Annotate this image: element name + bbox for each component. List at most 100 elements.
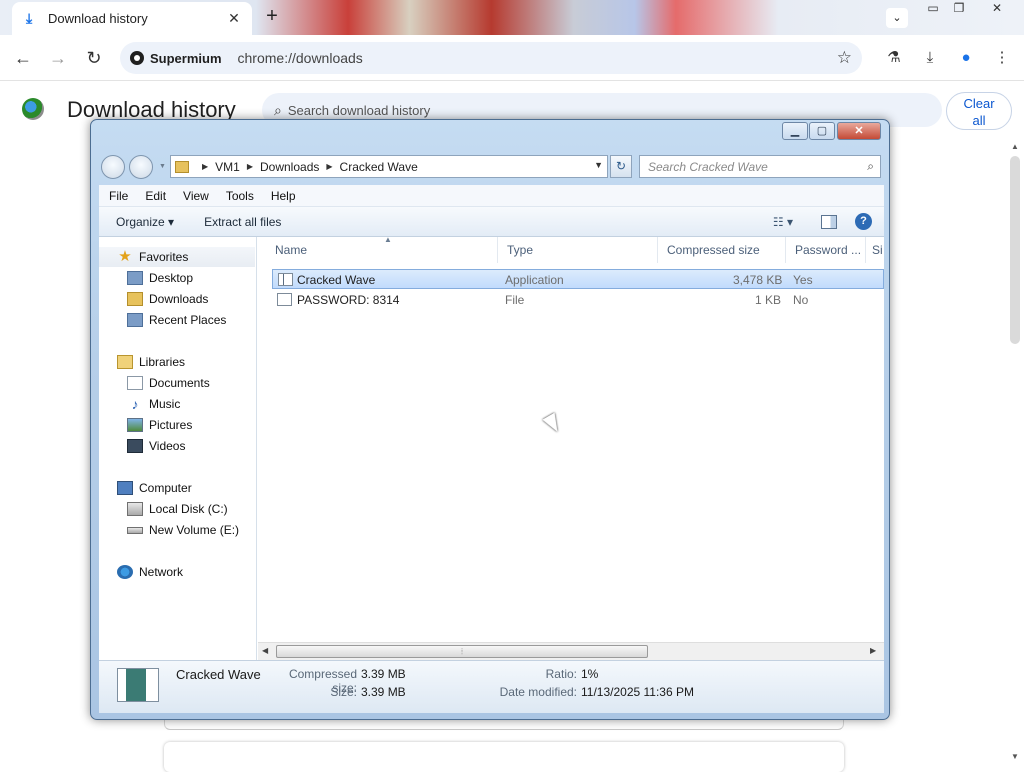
table-row[interactable]: PASSWORD: 8314 File 1 KB No — [272, 290, 884, 310]
nav-label: Favorites — [139, 250, 189, 264]
explorer-forward-icon[interactable] — [129, 155, 153, 179]
win-maximize-icon[interactable]: ▢ — [809, 122, 835, 140]
nav-pictures[interactable]: Pictures — [127, 415, 192, 435]
column-type[interactable]: Type — [498, 237, 658, 263]
column-password[interactable]: Password ... — [786, 237, 866, 263]
search-icon: ⌕ — [274, 101, 282, 118]
command-bar: Organize ▾ Extract all files ☷ ▾ ? — [99, 207, 884, 237]
date-modified-label: Date modified: — [499, 685, 577, 699]
column-label: Password ... — [795, 243, 862, 257]
nav-music[interactable]: ♪ Music — [127, 394, 181, 414]
nav-label: Documents — [149, 376, 210, 390]
file-compressed-size: 3,478 KB — [733, 273, 783, 287]
date-modified-value: 11/13/2025 11:36 PM — [581, 685, 694, 699]
scroll-thumb[interactable] — [1010, 156, 1020, 344]
history-dropdown-icon[interactable]: ▼ — [159, 163, 166, 170]
profile-icon[interactable]: ● — [955, 47, 977, 69]
details-file-name: Cracked Wave — [176, 667, 261, 682]
column-label: Type — [507, 243, 534, 257]
menu-view[interactable]: View — [183, 189, 209, 203]
nav-documents[interactable]: Documents — [127, 373, 210, 393]
nav-libraries[interactable]: Libraries — [117, 352, 185, 372]
column-label: Name — [275, 243, 308, 257]
application-thumbnail-icon — [117, 668, 159, 702]
new-tab-button[interactable]: + — [262, 6, 282, 28]
nav-new-volume[interactable]: New Volume (E:) — [127, 520, 239, 540]
explorer-address-bar[interactable]: ▶ VM1 ▶ Downloads ▶ Cracked Wave ▼ — [170, 155, 608, 178]
nav-local-disk[interactable]: Local Disk (C:) — [127, 499, 228, 519]
preview-pane-icon[interactable] — [821, 214, 837, 229]
chevron-right-icon: ▶ — [246, 162, 253, 171]
scroll-left-icon[interactable]: ◀ — [262, 646, 268, 655]
organize-button[interactable]: Organize ▾ — [116, 215, 174, 229]
close-window-icon[interactable]: ✕ — [986, 2, 1008, 16]
scroll-up-icon[interactable]: ▲ — [1011, 142, 1019, 151]
file-icon — [277, 293, 292, 306]
nav-label: Downloads — [149, 292, 209, 306]
drive-icon — [127, 526, 143, 534]
nav-label: Computer — [139, 481, 192, 495]
horizontal-scrollbar[interactable]: ◀ ⦙ ▶ — [258, 642, 884, 660]
clear-all-button[interactable]: Clear all — [946, 92, 1012, 130]
nav-favorites[interactable]: ★ Favorites — [99, 247, 255, 267]
breadcrumb-cracked-wave[interactable]: Cracked Wave — [340, 160, 418, 174]
menu-bar: File Edit View Tools Help — [99, 185, 884, 207]
nav-network[interactable]: Network — [117, 562, 183, 582]
documents-icon — [127, 376, 143, 390]
nav-computer[interactable]: Computer — [117, 478, 192, 498]
explorer-search-placeholder: Search Cracked Wave — [648, 159, 768, 174]
menu-file[interactable]: File — [109, 189, 128, 203]
horizontal-scroll-thumb[interactable]: ⦙ — [276, 645, 648, 658]
url-text[interactable]: chrome://downloads — [238, 50, 363, 66]
win-minimize-icon[interactable]: ▁ — [782, 122, 808, 140]
downloads-icon[interactable]: ⤓ — [919, 47, 941, 69]
forward-icon[interactable]: → — [47, 47, 69, 69]
reload-icon[interactable]: ↻ — [83, 47, 105, 69]
menu-kebab-icon[interactable]: ⋮ — [991, 47, 1013, 69]
menu-help[interactable]: Help — [271, 189, 296, 203]
explorer-back-icon[interactable] — [101, 155, 125, 179]
size-value: 3.39 MB — [361, 685, 406, 699]
column-label: Si — [872, 243, 883, 257]
column-compressed-size[interactable]: Compressed size — [658, 237, 786, 263]
nav-downloads[interactable]: Downloads — [127, 289, 208, 309]
site-chip[interactable]: Supermium — [130, 51, 222, 66]
file-list: ▲ Name Type Compressed size Password ...… — [258, 235, 884, 642]
address-bar[interactable]: Supermium chrome://downloads ☆ — [120, 42, 862, 74]
explorer-search-input[interactable]: Search Cracked Wave ⌕ — [639, 155, 881, 178]
scroll-down-icon[interactable]: ▼ — [1011, 752, 1019, 761]
breadcrumb-vm1[interactable]: VM1 — [215, 160, 240, 174]
tab-search-icon[interactable]: ⌄ — [886, 8, 908, 28]
nav-desktop[interactable]: Desktop — [127, 268, 193, 288]
nav-label: Desktop — [149, 271, 194, 285]
nav-recent-places[interactable]: Recent Places — [127, 310, 226, 330]
table-row[interactable]: Cracked Wave Application 3,478 KB Yes — [272, 269, 884, 289]
nav-videos[interactable]: Videos — [127, 436, 185, 456]
navigation-pane: ★ Favorites Desktop Downloads Recent Pla… — [99, 237, 257, 660]
address-dropdown-icon[interactable]: ▼ — [594, 160, 603, 170]
ratio-value: 1% — [581, 667, 599, 681]
change-view-icon[interactable]: ☷ ▾ — [773, 215, 793, 229]
win-close-icon[interactable]: ✕ — [837, 122, 881, 140]
extract-all-button[interactable]: Extract all files — [204, 215, 281, 229]
help-icon[interactable]: ? — [855, 213, 872, 230]
close-tab-icon[interactable]: ✕ — [226, 10, 242, 27]
bookmark-star-icon[interactable]: ☆ — [837, 48, 852, 68]
column-name[interactable]: ▲ Name — [266, 235, 498, 263]
back-icon[interactable]: ← — [12, 47, 34, 69]
refresh-icon[interactable]: ↻ — [610, 155, 632, 178]
page-scrollbar[interactable]: ▲ ▼ — [1008, 140, 1024, 768]
menu-edit[interactable]: Edit — [145, 189, 166, 203]
labs-flask-icon[interactable]: ⚗ — [883, 47, 905, 69]
restore-icon[interactable]: ❐ — [948, 2, 970, 16]
breadcrumb-downloads[interactable]: Downloads — [260, 160, 319, 174]
file-password: No — [793, 293, 809, 307]
menu-tools[interactable]: Tools — [226, 189, 254, 203]
scroll-right-icon[interactable]: ▶ — [870, 646, 876, 655]
tab-download-history[interactable]: ⤓ Download history ✕ — [12, 2, 252, 35]
nav-label: Pictures — [149, 418, 193, 432]
details-pane: Cracked Wave Compressed size: 3.39 MB Si… — [99, 660, 884, 713]
file-password: Yes — [793, 273, 813, 287]
column-size[interactable]: Si — [866, 237, 884, 263]
minimize-icon[interactable]: ▭ — [922, 2, 944, 16]
